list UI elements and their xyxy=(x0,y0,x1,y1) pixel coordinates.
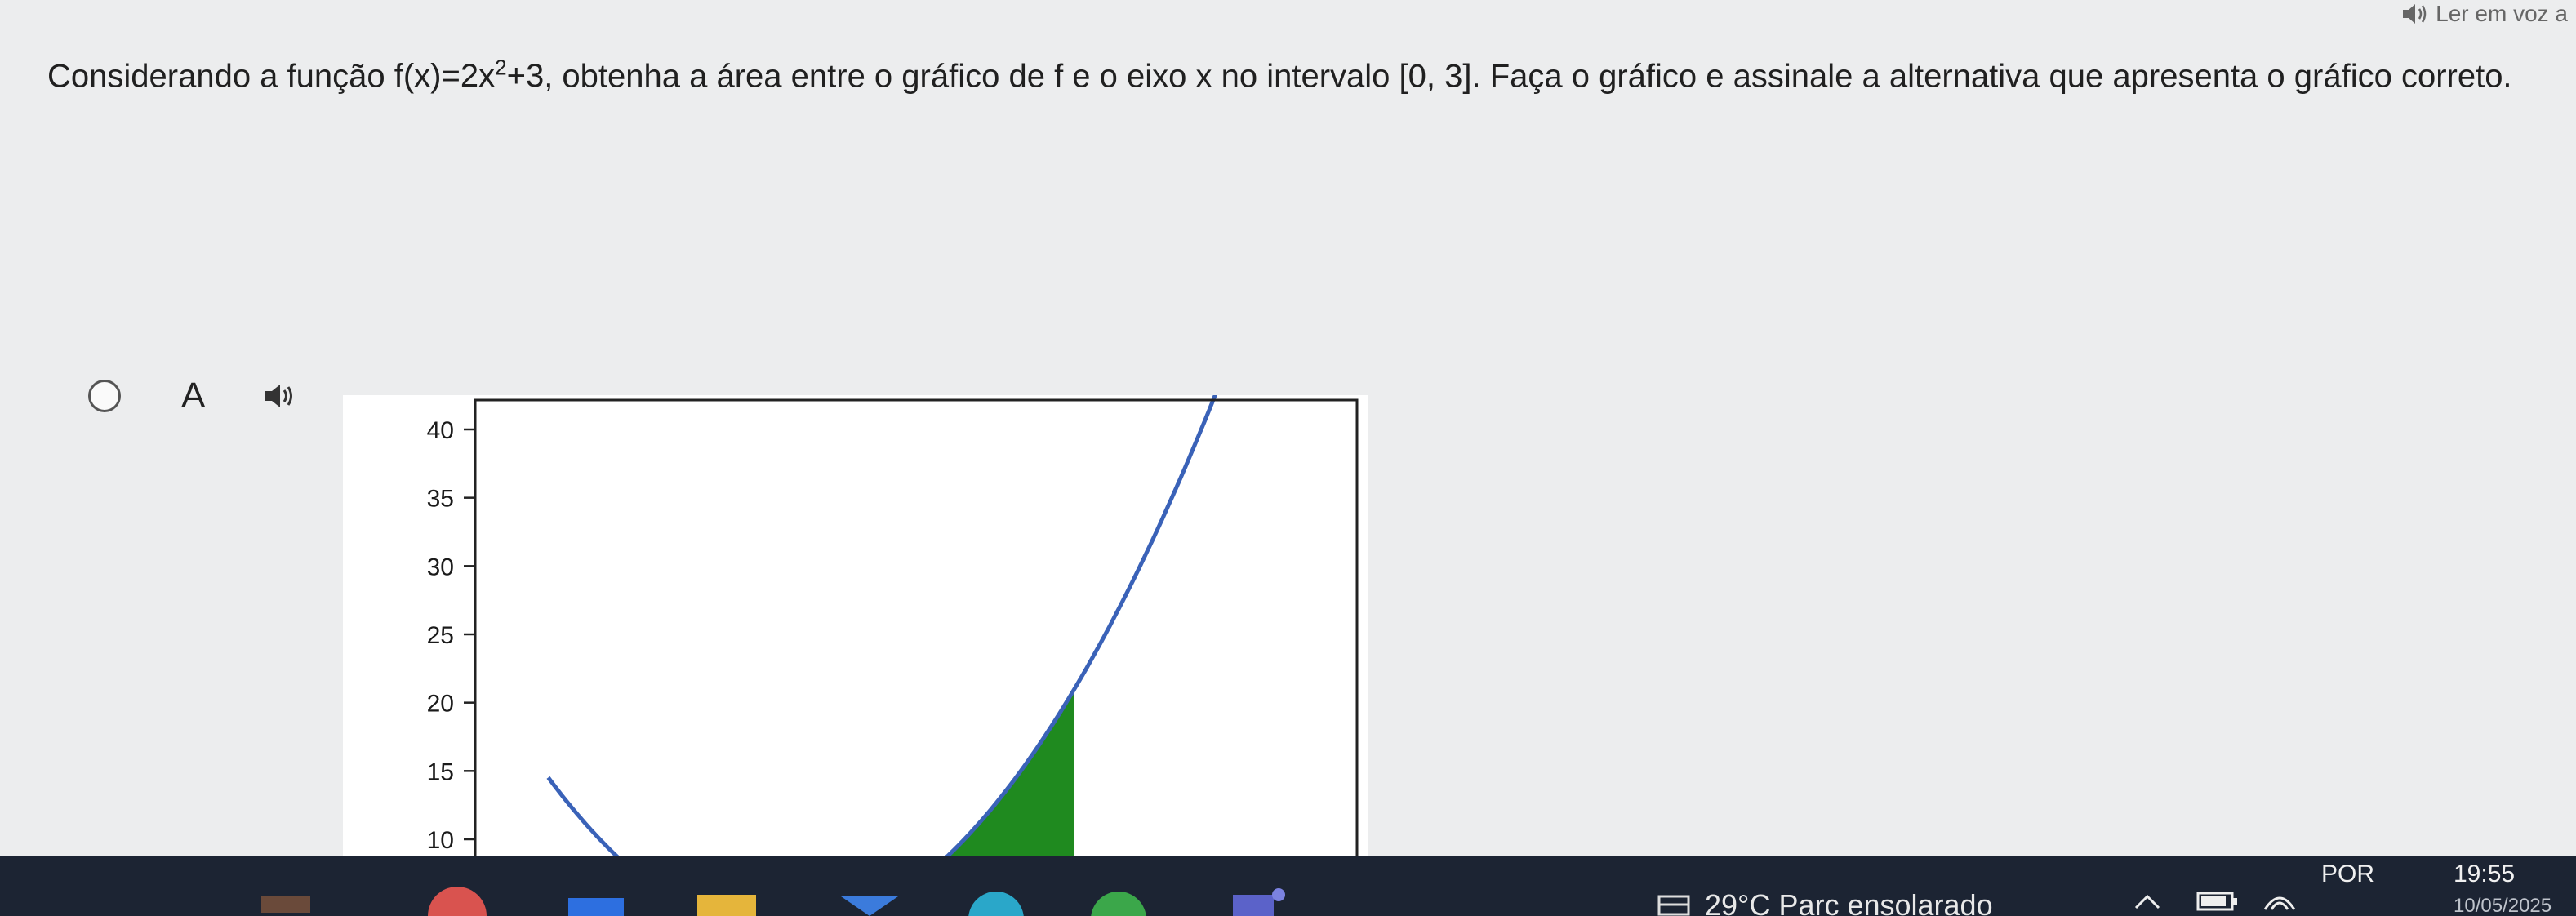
function-exponent: 2 xyxy=(495,56,507,80)
weather-widget[interactable]: 29°C Parc ensolarado xyxy=(1657,888,1993,916)
speaker-icon xyxy=(2403,4,2427,24)
y-tick-label: 30 xyxy=(427,554,454,580)
weather-text: 29°C Parc ensolarado xyxy=(1705,888,1993,916)
y-tick-label: 20 xyxy=(427,691,454,718)
teams-icon[interactable] xyxy=(1225,880,1290,916)
read-aloud-button[interactable]: Ler em voz a xyxy=(2401,0,2568,28)
chart-background xyxy=(343,395,1368,865)
option-a-chart: 10 15 20 25 30 35 40 xyxy=(343,395,1368,865)
browser-icon[interactable] xyxy=(425,880,490,916)
y-tick-label: 35 xyxy=(427,486,454,513)
weather-icon xyxy=(1657,895,1690,916)
language-indicator[interactable]: POR xyxy=(2321,860,2374,888)
y-tick-label: 10 xyxy=(427,827,454,854)
question-part: Considerando a função xyxy=(47,58,394,95)
option-a-letter: A xyxy=(181,376,206,416)
clock-date[interactable]: 10/05/2025 xyxy=(2454,895,2552,916)
speaker-icon[interactable] xyxy=(264,382,296,410)
wifi-icon[interactable] xyxy=(2262,888,2298,913)
chrome-icon[interactable] xyxy=(1086,880,1151,916)
function-base: f(x)=2x xyxy=(394,58,496,95)
y-tick-label: 25 xyxy=(427,622,454,649)
read-aloud-label: Ler em voz a xyxy=(2436,1,2568,26)
option-a-radio[interactable] xyxy=(88,380,121,412)
y-tick-label: 40 xyxy=(427,417,454,444)
mail-icon[interactable] xyxy=(841,880,898,916)
battery-icon[interactable] xyxy=(2196,888,2239,913)
y-tick-label: 15 xyxy=(427,758,454,785)
option-a[interactable]: A xyxy=(88,376,296,416)
page: Ler em voz a Considerando a função f(x)=… xyxy=(0,0,2576,916)
edge-icon[interactable] xyxy=(963,880,1029,916)
chevron-up-icon[interactable] xyxy=(2131,888,2164,913)
question-text: Considerando a função f(x)=2x2+3, obtenh… xyxy=(47,42,2521,101)
question-part: . Faça o gráfico e assinale a alternativ… xyxy=(1471,58,2512,95)
question-part: , obtenha a área entre o gráfico de f e … xyxy=(544,58,1399,95)
interval-text: [0, 3] xyxy=(1399,58,1472,95)
clock-time[interactable]: 19:55 xyxy=(2454,860,2515,888)
taskbar: 29°C Parc ensolarado POR 19:55 10/05/202… xyxy=(0,856,2576,916)
folder-icon[interactable] xyxy=(694,880,759,916)
store-icon[interactable] xyxy=(563,880,629,916)
function-expression: f(x)=2x2+3 xyxy=(394,56,545,95)
function-constant: +3 xyxy=(506,58,545,95)
taskbar-app-icon[interactable] xyxy=(261,880,310,916)
